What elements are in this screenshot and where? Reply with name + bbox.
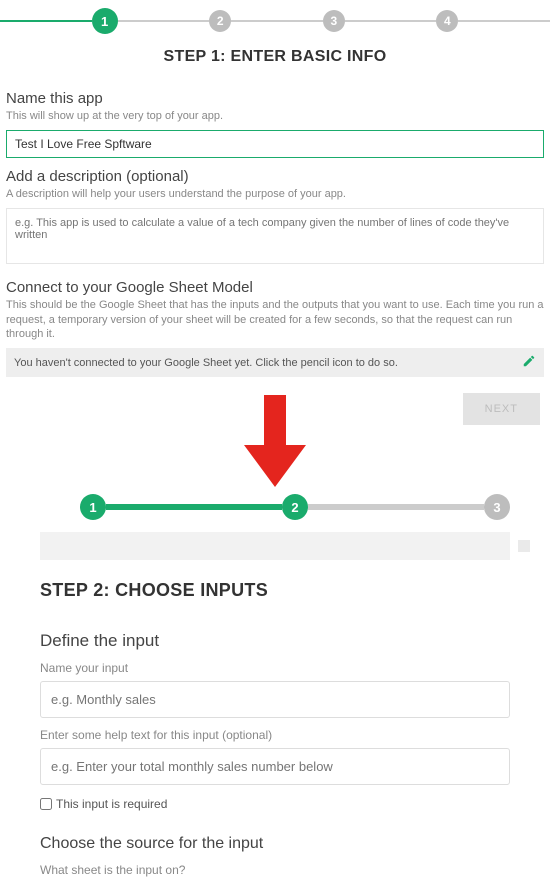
step1-title: STEP 1: ENTER BASIC INFO	[6, 38, 544, 80]
inner-step-1[interactable]: 1	[80, 494, 106, 520]
description-help: A description will help your users under…	[6, 187, 544, 202]
step-circle-1[interactable]: 1	[92, 8, 118, 34]
app-name-input[interactable]	[6, 130, 544, 158]
input-name-label: Name your input	[40, 661, 510, 675]
name-app-title: Name this app	[6, 90, 544, 107]
inner-step-2[interactable]: 2	[282, 494, 308, 520]
step2-title: STEP 2: CHOOSE INPUTS	[40, 560, 510, 619]
connect-status-bar: You haven't connected to your Google She…	[6, 348, 544, 377]
required-label: This input is required	[56, 797, 167, 811]
arrow-down-icon	[240, 395, 310, 490]
sheet-label: What sheet is the input on?	[40, 863, 510, 877]
stepper-line	[231, 20, 323, 22]
stepper-line	[345, 20, 437, 22]
progress-stepper-top: 1 2 3 4	[0, 0, 550, 34]
input-help-label: Enter some help text for this input (opt…	[40, 728, 510, 742]
panel-underbar	[40, 532, 510, 560]
description-title: Add a description (optional)	[6, 168, 544, 185]
input-help-field[interactable]	[40, 748, 510, 785]
pencil-icon[interactable]	[522, 354, 536, 371]
connect-title: Connect to your Google Sheet Model	[6, 279, 544, 296]
progress-stepper-inner: 1 2 3	[40, 494, 510, 520]
underbar-chip	[518, 540, 530, 552]
define-input-title: Define the input	[40, 631, 510, 651]
stepper-line	[308, 504, 484, 510]
step-circle-3[interactable]: 3	[323, 10, 345, 32]
choose-source-title: Choose the source for the input	[40, 835, 510, 853]
connect-status-text: You haven't connected to your Google She…	[14, 357, 522, 369]
stepper-line	[106, 504, 282, 510]
step-circle-2[interactable]: 2	[209, 10, 231, 32]
stepper-line	[0, 20, 92, 22]
step-circle-4[interactable]: 4	[436, 10, 458, 32]
connect-help: This should be the Google Sheet that has…	[6, 298, 544, 343]
stepper-line	[118, 20, 210, 22]
input-name-field[interactable]	[40, 681, 510, 718]
name-app-help: This will show up at the very top of you…	[6, 109, 544, 124]
required-checkbox[interactable]	[40, 798, 52, 810]
next-button[interactable]: NEXT	[463, 393, 540, 425]
stepper-line	[458, 20, 550, 22]
description-textarea[interactable]	[6, 208, 544, 264]
inner-step-3[interactable]: 3	[484, 494, 510, 520]
